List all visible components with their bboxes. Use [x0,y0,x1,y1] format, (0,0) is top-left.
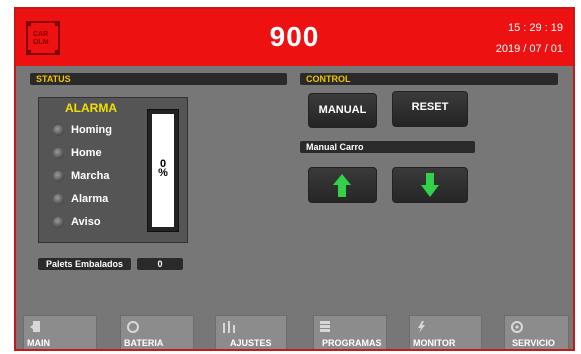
nav-label: MONITOR [413,338,456,348]
indicator-label: Homing [71,124,112,136]
nav-label: AJUSTES [230,338,272,348]
status-led-icon [53,194,64,205]
status-section-header: STATUS [30,73,287,85]
status-led-icon [53,217,64,228]
status-led-icon [53,148,64,159]
sliders-icon [223,321,235,333]
carriage-down-button[interactable] [392,167,468,203]
manual-button[interactable]: MANUAL [308,93,377,128]
door-exit-icon [30,321,40,332]
clock-date: 2019 / 07 / 01 [495,43,563,55]
carriage-up-button[interactable] [308,167,377,203]
header-bar: CAR OLM 900 15 : 29 : 19 2019 / 07 / 01 [16,9,573,66]
nav-label: PROGRAMAS [322,338,382,348]
clock-time: 15 : 29 : 19 [507,22,563,34]
hmi-window: CAR OLM 900 15 : 29 : 19 2019 / 07 / 01 S… [14,7,575,351]
nav-programas-button[interactable]: PROGRAMAS [313,315,387,349]
arrow-up-icon [333,174,351,197]
reset-button[interactable]: RESET [392,91,468,127]
nav-ajustes-button[interactable]: AJUSTES [215,315,287,349]
nav-bateria-button[interactable]: BATERIA [120,315,194,349]
indicator-label: Aviso [71,216,101,228]
indicator-label: Home [71,147,102,159]
gauge-percent: 0% [158,158,168,179]
palets-embalados-label: Palets Embalados [38,258,131,270]
control-section-header: CONTROL [300,73,558,85]
nav-label: BATERIA [124,338,164,348]
machine-title: 900 [269,21,320,52]
indicator-label: Alarma [71,193,109,205]
wrench-icon [511,321,523,333]
nav-servicio-button[interactable]: SERVICIO [504,315,569,349]
alarm-title: ALARMA [65,101,117,115]
list-icon [320,321,330,332]
status-led-icon [53,171,64,182]
nav-monitor-button[interactable]: MONITOR [409,315,482,349]
nav-label: MAIN [27,338,50,348]
alarm-panel: ALARMA Homing Home Marcha Alarma Aviso 0… [38,97,188,243]
status-led-icon [53,125,64,136]
indicator-label: Marcha [71,170,110,182]
nav-label: SERVICIO [512,338,555,348]
manual-carro-label: Manual Carro [300,141,475,153]
battery-icon [127,321,139,333]
arrow-down-icon [421,173,439,197]
palets-embalados-value: 0 [137,258,183,270]
progress-gauge: 0% [147,109,179,232]
nav-main-button[interactable]: MAIN [23,315,97,349]
bolt-icon [418,321,425,333]
